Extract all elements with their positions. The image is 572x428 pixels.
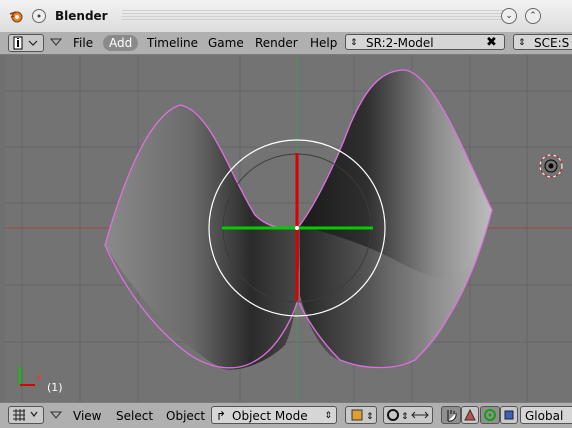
menu-timeline[interactable]: Timeline <box>147 35 198 51</box>
menu-view[interactable]: View <box>73 408 101 424</box>
mode-selector[interactable]: ↱ Object Mode ⇕ <box>211 406 337 424</box>
updown-icon: ⇕ <box>350 38 358 48</box>
mode-value: Object Mode <box>232 409 308 423</box>
svg-text:⇕: ⇕ <box>366 412 374 422</box>
scene-selector[interactable]: ⇕ SCE:S <box>513 34 572 50</box>
collapse-menu-icon[interactable] <box>49 36 63 51</box>
3d-cursor-icon <box>539 154 563 178</box>
translate-icon[interactable] <box>461 406 479 424</box>
shading-icon: ⇕ <box>351 409 374 422</box>
rotate-icon[interactable] <box>480 406 500 424</box>
window-title: Blender <box>55 9 108 23</box>
blender-logo-icon[interactable] <box>8 8 24 24</box>
transform-widget-icon <box>411 411 429 419</box>
circle-menu-icon[interactable] <box>31 8 47 24</box>
menu-render[interactable]: Render <box>255 35 298 51</box>
editor-type-button[interactable] <box>8 406 44 424</box>
collapse-menu-icon[interactable] <box>49 409 63 424</box>
menu-select[interactable]: Select <box>116 408 153 424</box>
orientation-value: Global <box>525 409 564 423</box>
viewport-canvas <box>5 55 572 402</box>
info-header: File Add Timeline Game Render Help ⇕ SR:… <box>0 32 572 55</box>
scale-icon[interactable] <box>500 406 518 424</box>
window-titlebar: Blender ⌄ ⌃ <box>0 0 572 33</box>
pivot-icon <box>387 409 399 421</box>
screen-field-value: SR:2-Model <box>366 36 434 50</box>
updown-icon: ⇕ <box>324 411 332 421</box>
pivot-selector[interactable]: ⇕ <box>383 406 433 424</box>
svg-text:⇕: ⇕ <box>401 412 409 422</box>
frame-label: (1) <box>47 381 63 394</box>
shading-selector[interactable]: ⇕ <box>345 406 377 424</box>
menu-file[interactable]: File <box>73 35 93 51</box>
menu-game[interactable]: Game <box>208 35 244 51</box>
titlebar-grip <box>122 10 512 22</box>
object-mode-icon: ↱ <box>216 409 227 423</box>
editor-type-button[interactable] <box>8 34 44 52</box>
menu-help[interactable]: Help <box>310 35 337 51</box>
view3d-header: View Select Object ↱ Object Mode ⇕ ⇕ ⇕ G… <box>0 402 572 428</box>
menu-add[interactable]: Add <box>103 35 139 51</box>
scene-field-value: SCE:S <box>534 36 570 50</box>
menu-object[interactable]: Object <box>166 408 205 424</box>
orientation-selector[interactable]: Global <box>520 406 572 424</box>
delete-screen-icon[interactable]: ✖ <box>486 35 497 51</box>
updown-icon: ⇕ <box>518 38 526 48</box>
screen-selector[interactable]: ⇕ SR:2-Model ✖ <box>345 34 505 50</box>
grid-icon <box>13 409 38 421</box>
maximize-icon[interactable]: ⌃ <box>525 8 541 24</box>
axis-x-label: x <box>36 372 42 383</box>
collapse-icon[interactable]: ⌄ <box>501 8 517 24</box>
hand-icon[interactable] <box>441 406 461 424</box>
3d-viewport[interactable]: x (1) <box>5 55 572 402</box>
